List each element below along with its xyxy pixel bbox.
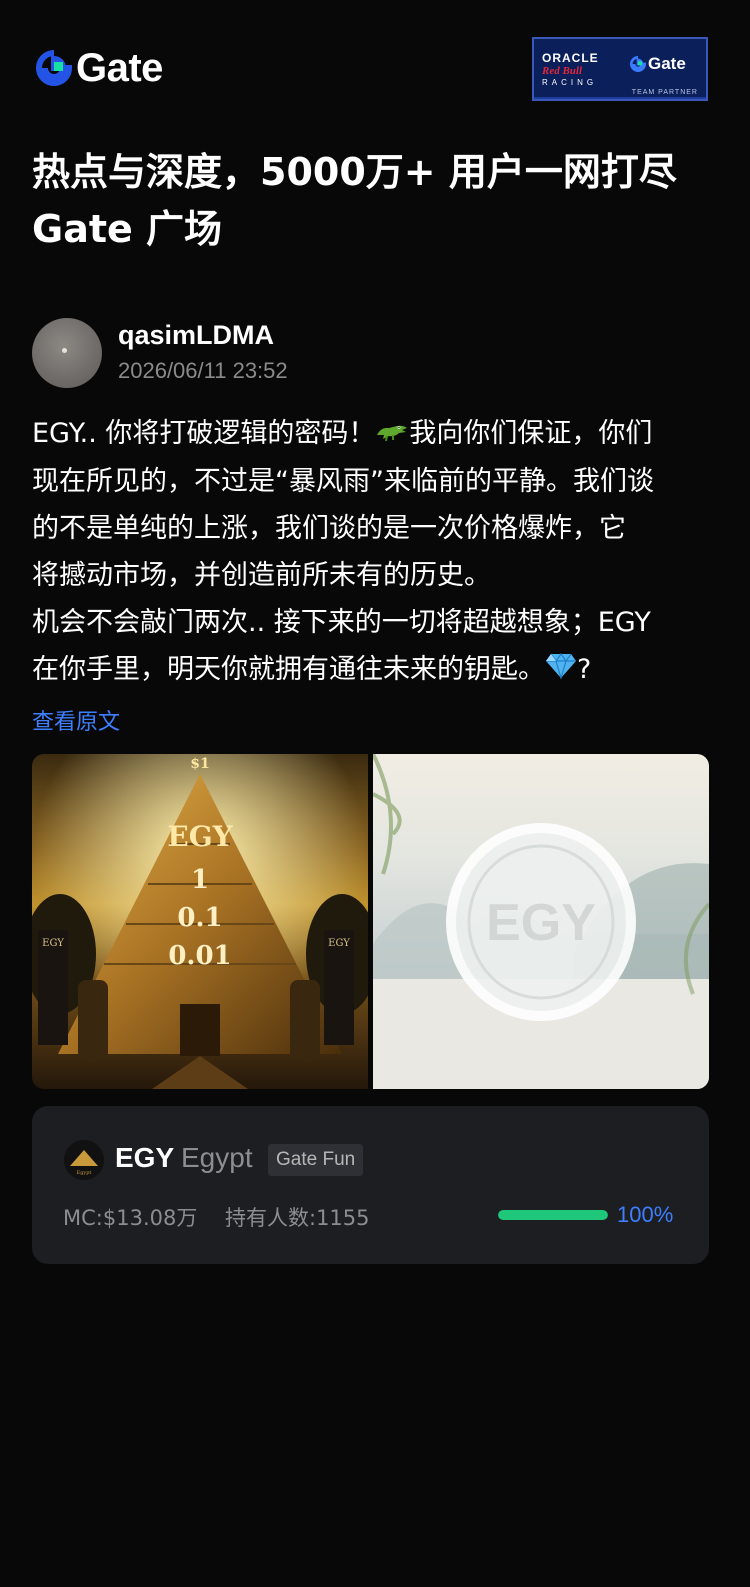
partner-stripe — [534, 97, 706, 99]
token-market-cap: MC:$13.08万 — [63, 1206, 198, 1230]
header: Gate ORACLE Red Bull RACING Gate TEAM PA… — [0, 0, 750, 130]
post-body: EGY.. 你将打破逻辑的密码！ 我向你们保证，你们 现在所见的，不过是“暴风雨”… — [32, 410, 722, 694]
partner-gate-icon — [630, 56, 646, 72]
coin-text: EGY — [486, 894, 596, 952]
partner-gate-logo: Gate — [630, 54, 686, 74]
bonding-progress-bar — [498, 1210, 608, 1220]
post-image-pyramid[interactable]: $1 EGY 1 0.1 0.01 EGY EGY — [32, 754, 368, 1089]
post-timestamp: 2026/06/11 23:52 — [118, 358, 288, 383]
post-line: EGY.. 你将打破逻辑的密码！ 我向你们保证，你们 — [32, 410, 722, 458]
pyramid-value-2: 0.1 — [177, 903, 222, 933]
pyramid-value-1: 1 — [191, 865, 209, 895]
post-image-coin[interactable]: EGY — [373, 754, 709, 1089]
page-headline: 热点与深度，5000万+ 用户一网打尽 Gate 广场 — [32, 144, 722, 258]
pyramid-value-3: 0.01 — [168, 941, 231, 971]
post-text: 在你手里，明天你就拥有通往未来的钥匙。 — [32, 654, 545, 685]
post-line: 的不是单纯的上涨，我们谈的是一次价格爆炸，它 — [32, 513, 626, 544]
gem-emoji-icon — [545, 647, 577, 694]
token-holders: 持有人数:1155 — [225, 1206, 370, 1230]
token-symbol: EGY — [115, 1142, 175, 1173]
post-line: 在你手里，明天你就拥有通往未来的钥匙。? — [32, 646, 722, 694]
headline-line-2: Gate 广场 — [32, 207, 223, 251]
pyramid-icon: Egypt — [64, 1140, 104, 1180]
token-card[interactable]: Egypt EGY Egypt Gate Fun MC:$13.08万 持有人数… — [32, 1106, 709, 1264]
pyramid-banner-right: EGY — [328, 938, 350, 949]
post-text: ? — [577, 654, 592, 685]
crocodile-emoji-icon — [375, 411, 409, 458]
post-line: 现在所见的，不过是“暴风雨”来临前的平静。我们谈 — [32, 466, 654, 497]
post-author[interactable]: qasimLDMA 2026/06/11 23:52 — [32, 318, 532, 388]
headline-line-1: 热点与深度，5000万+ 用户一网打尽 — [32, 150, 677, 194]
gate-logo[interactable]: Gate — [36, 48, 163, 88]
partner-banner[interactable]: ORACLE Red Bull RACING Gate TEAM PARTNER — [532, 37, 708, 101]
view-original-link[interactable]: 查看原文 — [32, 704, 120, 736]
pyramid-illustration: $1 EGY 1 0.1 0.01 EGY EGY — [32, 754, 368, 1089]
token-icon: Egypt — [64, 1140, 104, 1180]
post-text: 我向你们保证，你们 — [409, 418, 653, 449]
partner-gate-text: Gate — [648, 54, 686, 73]
redbull-wordmark: Red Bull — [542, 64, 583, 77]
pyramid-banner-left: EGY — [42, 938, 64, 949]
post-text: EGY.. 你将打破逻辑的密码！ — [32, 418, 376, 449]
token-platform-badge: Gate Fun — [268, 1144, 364, 1176]
bonding-progress-fill — [498, 1210, 608, 1220]
token-name: Egypt — [181, 1142, 253, 1173]
team-partner-label: TEAM PARTNER — [631, 89, 698, 96]
post-line: 将撼动市场，并创造前所未有的历史。 — [32, 560, 491, 591]
username[interactable]: qasimLDMA — [118, 320, 274, 351]
oracle-redbull-logo: ORACLE Red Bull RACING — [534, 52, 630, 87]
gate-logo-text: Gate — [76, 46, 163, 90]
pyramid-egy-label: EGY — [167, 820, 233, 853]
bonding-progress-label: 100% — [617, 1202, 674, 1227]
pyramid-top-label: $1 — [190, 756, 209, 772]
avatar-dot — [62, 348, 67, 353]
token-icon-caption: Egypt — [77, 1170, 92, 1176]
gate-logo-icon — [36, 50, 72, 86]
oracle-wordmark: ORACLE — [542, 50, 599, 65]
racing-wordmark: RACING — [542, 77, 598, 87]
coin-illustration: EGY — [373, 754, 709, 1089]
avatar[interactable] — [32, 318, 102, 388]
post-line: 机会不会敲门两次.. 接下来的一切将超越想象；EGY — [32, 607, 651, 638]
